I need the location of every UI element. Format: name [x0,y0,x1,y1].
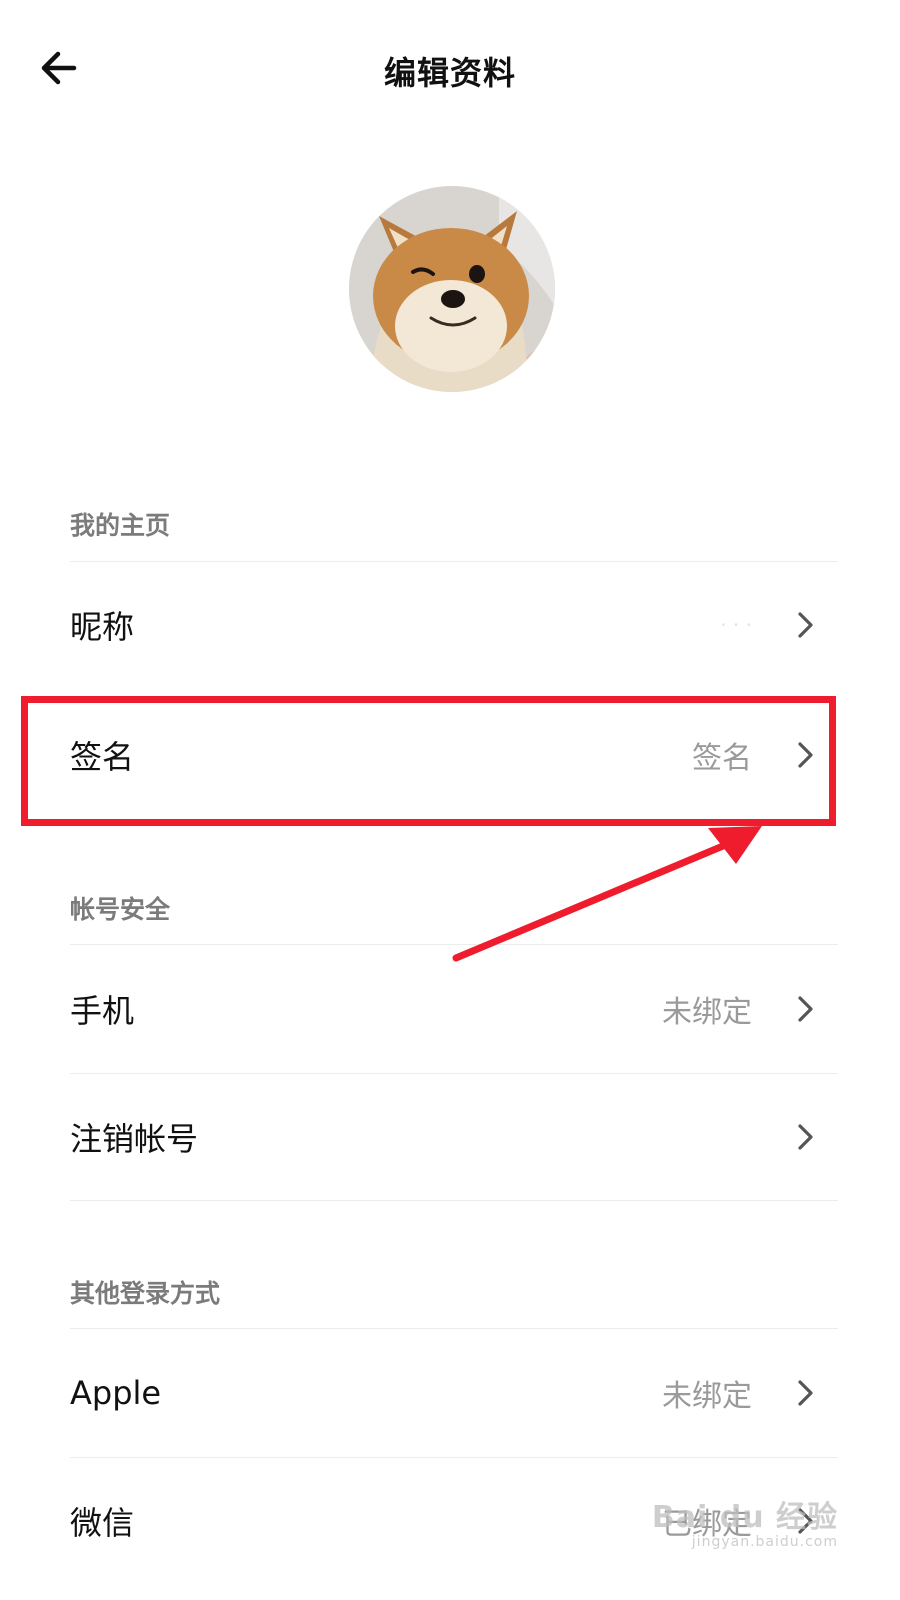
chevron-right-icon [798,1124,813,1150]
section-header-account: 帐号安全 [70,895,171,924]
avatar[interactable] [349,186,555,392]
row-label: 手机 [70,992,135,1030]
page-title: 编辑资料 [383,54,516,92]
row-phone[interactable]: 手机 未绑定 [70,946,838,1072]
row-label: 注销帐号 [70,1120,199,1158]
header-bar: 编辑资料 [0,0,900,140]
chevron-right-icon [798,612,813,638]
row-deactivate-account[interactable]: 注销帐号 [70,1074,838,1200]
row-label: Apple [70,1374,162,1412]
chevron-right-icon [798,1380,813,1406]
annotation-highlight-box [21,696,836,826]
divider [70,1328,838,1329]
avatar-image [349,186,555,392]
divider [70,944,838,945]
row-apple[interactable]: Apple 未绑定 [70,1330,838,1456]
section-header-profile: 我的主页 [70,511,171,540]
watermark-logo: Bai du 经验 [651,1500,838,1535]
row-value: 未绑定 [662,995,752,1030]
watermark: Bai du 经验 jingyan.baidu.com [652,1492,838,1550]
watermark-url: jingyan.baidu.com [691,1534,838,1550]
row-nickname[interactable]: 昵称 · · · [70,562,838,688]
row-label: 微信 [70,1504,135,1542]
chevron-right-icon [798,996,813,1022]
divider [70,1200,838,1201]
row-value: · · · [720,613,752,637]
row-label: 昵称 [70,608,135,646]
row-value: 未绑定 [662,1379,752,1414]
section-header-login: 其他登录方式 [70,1279,221,1308]
